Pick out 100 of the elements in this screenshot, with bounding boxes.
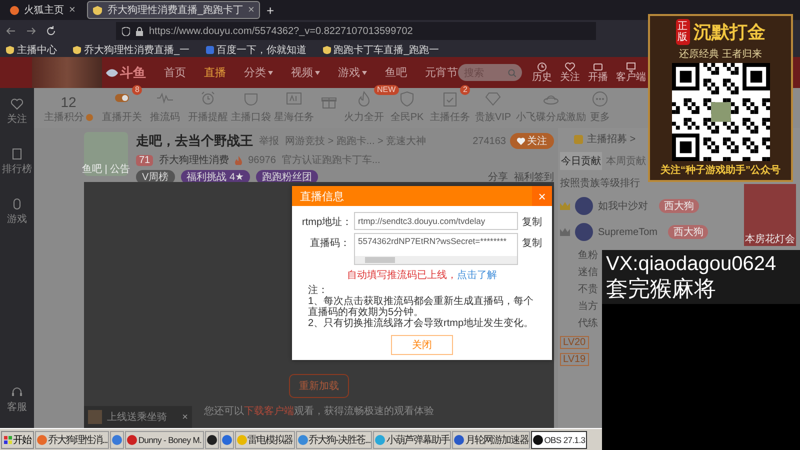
scrollbar[interactable] <box>355 256 517 264</box>
nav-link[interactable]: 游戏 <box>338 65 367 80</box>
header-action[interactable]: 开播 <box>588 62 608 83</box>
address-bar[interactable]: https://www.douyu.com/5574362?_v=0.8227107013599702 <box>116 22 596 40</box>
nav-link[interactable]: 鱼吧 <box>384 65 407 80</box>
close-button[interactable]: × <box>532 186 552 206</box>
taskbar-item[interactable]: 小葫芦弹幕助手 <box>373 430 452 448</box>
user-name[interactable]: SupremeTom <box>598 226 658 238</box>
app-circle-icon <box>206 434 217 444</box>
nav-link[interactable]: 元宵节 <box>424 65 458 80</box>
header-action[interactable]: 历史 <box>532 62 552 83</box>
shield-icon <box>93 6 102 14</box>
sidebar-item[interactable]: 游戏 <box>7 198 27 226</box>
back-arrow-icon[interactable] <box>6 26 16 36</box>
level-tag: LV20 <box>560 336 589 349</box>
bookmark[interactable]: 乔大狗理性消费直播_一 <box>73 42 190 56</box>
close-icon[interactable]: × <box>69 4 76 16</box>
sidebar-item[interactable]: 关注 <box>7 98 27 126</box>
copy-link[interactable]: 复制 <box>522 233 542 250</box>
avatar-circle <box>575 197 593 215</box>
dialog-title: 直播信息 <box>300 190 345 204</box>
new-tab-button[interactable]: + <box>266 2 274 18</box>
ad-icon[interactable] <box>286 91 302 107</box>
warning-text: 自动填写推流码已上线，点击了解 <box>346 268 498 282</box>
recruit-link[interactable]: 主播招募 > <box>587 132 636 146</box>
diamond-icon[interactable] <box>485 91 501 107</box>
bookmark[interactable]: 百度一下，你就知道 <box>206 42 307 56</box>
taskbar-item[interactable] <box>204 430 219 448</box>
shield-icon <box>73 46 81 54</box>
close-icon[interactable]: × <box>182 412 188 422</box>
monitor-icon <box>626 62 636 72</box>
heart-icon <box>11 98 23 110</box>
count-badge: 8 <box>132 85 142 95</box>
streamer-name[interactable]: 乔大狗理性消费 <box>159 153 230 167</box>
taskbar-item[interactable]: 月轮网游加速器 <box>452 430 530 448</box>
bookmark[interactable]: 主播中心 <box>6 42 57 56</box>
tv-icon <box>593 62 603 72</box>
app-circle-icon <box>112 434 122 444</box>
event-banner[interactable]: 本房花灯会 <box>744 184 796 246</box>
notice-line: 迷信 <box>578 266 598 279</box>
avatar-photo: 鱼吧 | 公告 <box>84 132 128 176</box>
start-button[interactable]: 开始 <box>1 430 34 448</box>
more-icon[interactable] <box>592 91 608 107</box>
app-circle-icon <box>298 434 308 444</box>
flame-icon[interactable] <box>356 91 372 107</box>
avatar-circle <box>575 223 593 241</box>
taskbar-item[interactable]: 乔大狗理性消... <box>35 430 110 448</box>
user-name[interactable]: 如我中沙对 <box>598 199 648 213</box>
count-badge: 2 <box>460 85 470 95</box>
taskbar-item[interactable]: Dunny - Boney M. <box>125 430 204 448</box>
sidebar-item[interactable]: 排行榜 <box>2 148 32 176</box>
noble-badge: 西大狗 <box>668 225 708 239</box>
alarm-clock-icon[interactable] <box>200 91 216 107</box>
notice-line: 代练 <box>578 317 598 330</box>
app-circle-icon <box>533 434 544 444</box>
shield-icon <box>322 46 331 54</box>
browser-tab[interactable]: 乔大狗理性消费直播_跑跑卡丁 × <box>87 1 260 19</box>
header-action[interactable]: 客户端 <box>616 62 646 83</box>
level-badge: 71 <box>136 154 154 166</box>
note-title: 注： <box>308 285 329 296</box>
forward-arrow-icon[interactable] <box>26 26 36 36</box>
text-field[interactable]: rtmp://sendtc3.douyu.com/tvdelay <box>354 212 518 230</box>
clipboard-icon[interactable] <box>442 91 458 107</box>
caption-text: VX:qiaodagou0624 <box>606 252 778 276</box>
taskbar-item[interactable]: 乔大狗-决胜苍... <box>296 430 372 448</box>
nav-link[interactable]: 视频 <box>290 65 320 80</box>
nav-link[interactable]: 首页 <box>164 65 186 80</box>
shield-icon <box>6 46 14 54</box>
thumbnail-photo <box>88 410 102 424</box>
app-circle-icon <box>222 434 232 444</box>
caption-text: 套完猴麻将 <box>606 276 717 302</box>
panel-tab[interactable]: 今日贡献 <box>560 152 602 170</box>
close-icon[interactable]: × <box>248 4 254 16</box>
notice-line: 鱼粉 <box>578 249 598 262</box>
copy-link[interactable]: 复制 <box>522 212 542 229</box>
shield-icon[interactable] <box>399 91 415 107</box>
share-link[interactable]: 分享 <box>488 170 508 184</box>
header-action[interactable]: 关注 <box>560 62 580 83</box>
site-logo[interactable]: 斗鱼 <box>106 64 146 82</box>
taskbar-item[interactable]: 雷电模拟器 <box>234 430 295 448</box>
shield-icon <box>122 26 130 36</box>
text-area[interactable]: 5574362rdNP7EtRN?wsSecret=******** <box>354 233 518 265</box>
reload-icon[interactable] <box>46 26 56 36</box>
check-in-link[interactable]: 福利签到 <box>514 170 554 184</box>
bookmark[interactable]: 跑跑卡丁车直播_跑跑一 <box>322 42 440 56</box>
search-icon <box>508 68 516 76</box>
app-circle-icon <box>236 434 247 444</box>
globe-icon <box>10 6 19 14</box>
taskbar-item[interactable]: OBS 27.1.3 <box>531 430 588 448</box>
follow-button[interactable]: 关注 <box>510 133 554 149</box>
field-label: rtmp地址： <box>302 216 350 229</box>
browser-tab[interactable]: 火狐主页 × <box>4 1 82 19</box>
nav-link[interactable]: 直播 <box>204 65 226 80</box>
field-label: 直播码： <box>309 236 350 250</box>
nav-link[interactable]: 分类 <box>244 65 273 80</box>
sidebar-item[interactable]: 客服 <box>7 386 27 414</box>
note-text: 1、每次点击获取推流码都会重新生成直播码，每个直播码的有效期为5分钟。 <box>308 296 535 318</box>
learn-more-link[interactable]: 点击了解 <box>457 270 497 281</box>
lock-icon <box>136 26 143 36</box>
pocket-icon[interactable] <box>243 91 259 107</box>
